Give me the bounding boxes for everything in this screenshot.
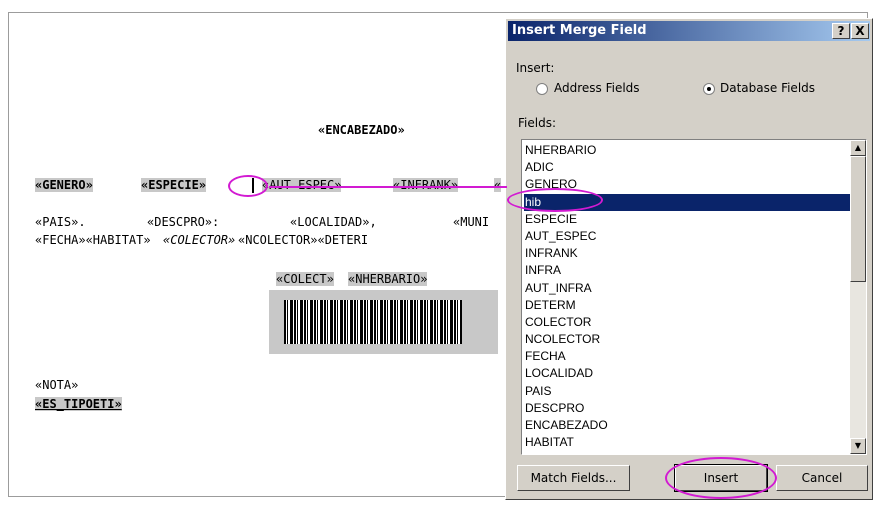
match-fields-button[interactable]: Match Fields...	[517, 465, 630, 491]
field-item[interactable]: ENCABEZADO	[524, 417, 850, 434]
fields-listbox[interactable]: NHERBARIO ADIC GENERO hib ESPECIE AUT_ESPEC IN…	[521, 139, 867, 455]
barcode-bars	[284, 300, 462, 344]
field-nota[interactable]: «NOTA»	[35, 378, 78, 392]
field-aut-espec[interactable]: «AUT ESPEC»	[262, 178, 342, 192]
fields-label: Fields:	[518, 116, 556, 130]
field-item[interactable]: FECHA	[524, 348, 850, 365]
field-item[interactable]: AUT_ESPEC	[524, 228, 850, 245]
field-item[interactable]: HABITAT	[524, 434, 850, 451]
field-item[interactable]: LOCALIDAD	[524, 365, 850, 382]
field-colector[interactable]: «COLECTOR»	[163, 233, 235, 247]
field-descpro[interactable]: «DESCPRO»:	[147, 215, 219, 229]
field-fecha-habitat[interactable]: «FECHA»«HABITAT»	[35, 233, 151, 247]
field-item[interactable]: ADIC	[524, 159, 850, 176]
highlight-ellipse-cursor	[228, 175, 268, 197]
radio-database-fields[interactable]	[703, 83, 715, 95]
fields-scrollbar[interactable]: ▲ ▼	[850, 140, 866, 454]
field-ncolector-determ[interactable]: «NCOLECTOR»«DETERI	[238, 233, 368, 247]
highlight-connector-line	[269, 186, 507, 188]
help-button[interactable]: ?	[832, 23, 850, 39]
cancel-button[interactable]: Cancel	[776, 465, 868, 491]
field-es-tipoeti[interactable]: «ES_TIPOETI»	[35, 397, 122, 411]
dialog-titlebar[interactable]: Insert Merge Field ? X	[508, 21, 870, 41]
field-item[interactable]: NHERBARIO	[524, 142, 850, 159]
radio-address-fields[interactable]	[536, 83, 548, 95]
field-especie[interactable]: «ESPECIE»	[141, 178, 207, 192]
field-colect[interactable]: «COLECT»	[276, 272, 334, 286]
field-item[interactable]: INFRA	[524, 262, 850, 279]
field-item[interactable]: ESPECIE	[524, 211, 850, 228]
radio-database-label[interactable]: Database Fields	[720, 81, 815, 95]
insert-label: Insert:	[516, 61, 555, 75]
scroll-thumb[interactable]	[850, 156, 866, 282]
field-item[interactable]: PAIS	[524, 383, 850, 400]
scroll-up-button[interactable]: ▲	[850, 140, 866, 156]
field-item[interactable]: COLECTOR	[524, 314, 850, 331]
field-item[interactable]: DETERM	[524, 297, 850, 314]
dialog-title: Insert Merge Field	[512, 23, 647, 38]
insert-merge-field-dialog: Insert Merge Field ? X Insert: Address F…	[505, 18, 873, 500]
field-item[interactable]: AUT_INFRA	[524, 280, 850, 297]
field-item[interactable]: DESCPRO	[524, 400, 850, 417]
field-localidad[interactable]: «LOCALIDAD»,	[290, 215, 377, 229]
field-pais[interactable]: «PAIS».	[35, 215, 86, 229]
field-genero[interactable]: «GENERO»	[35, 178, 93, 192]
field-item[interactable]: INFRANK	[524, 245, 850, 262]
field-infrank[interactable]: «INFRANK»	[393, 178, 459, 192]
field-muni[interactable]: «MUNI	[453, 215, 489, 229]
highlight-ellipse-hib	[507, 188, 603, 212]
field-item[interactable]: NCOLECTOR	[524, 331, 850, 348]
close-button[interactable]: X	[851, 23, 869, 39]
field-encabezado[interactable]: «ENCABEZADO»	[318, 123, 405, 137]
highlight-ellipse-insert	[665, 457, 777, 499]
field-nherbario[interactable]: «NHERBARIO»	[348, 272, 428, 286]
field-partial[interactable]: «	[494, 178, 502, 192]
radio-address-label[interactable]: Address Fields	[554, 81, 640, 95]
scroll-down-button[interactable]: ▼	[850, 438, 866, 454]
